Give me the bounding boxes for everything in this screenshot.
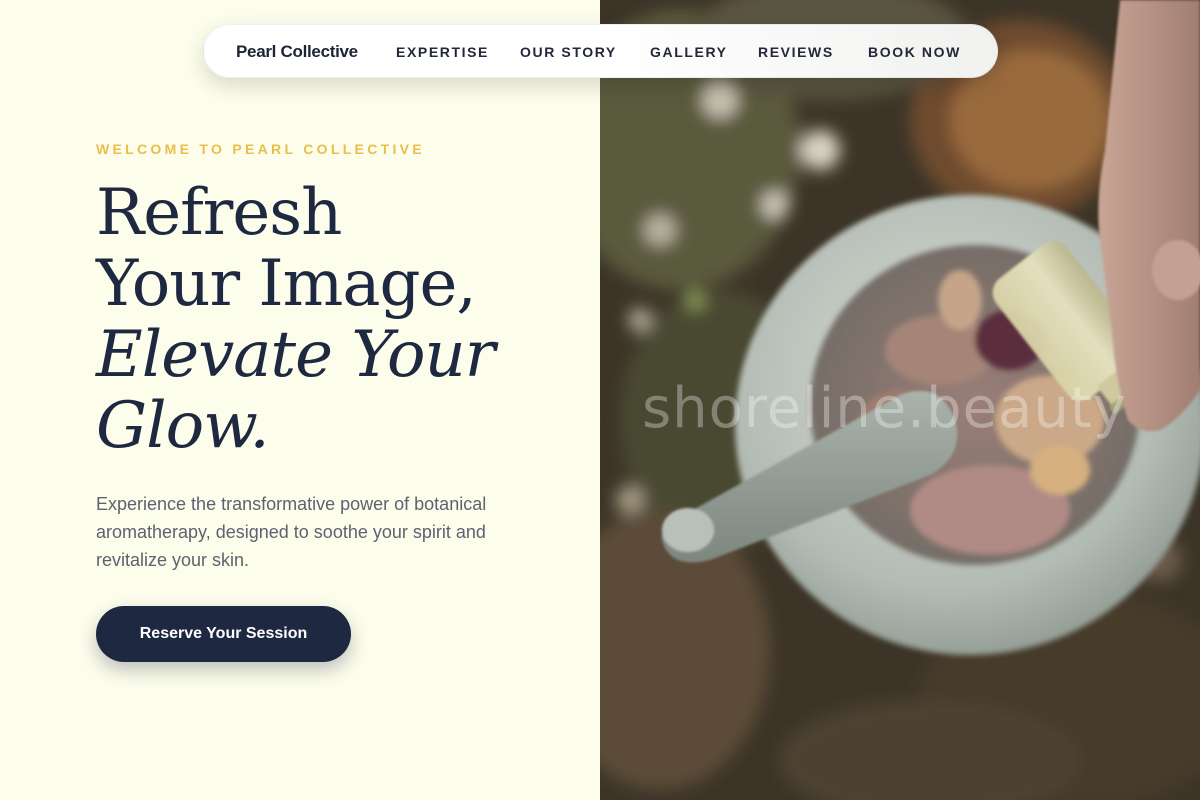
- hero-headline: Refresh Your Image, Elevate Your Glow.: [96, 178, 566, 462]
- hero-text-panel: WELCOME TO PEARL COLLECTIVE Refresh Your…: [0, 0, 600, 800]
- headline-line-4: Glow.: [96, 389, 270, 463]
- hero-subtitle: Experience the transformative power of b…: [96, 494, 487, 570]
- nav-link-book-now[interactable]: BOOK NOW: [868, 25, 961, 79]
- nav-link-gallery[interactable]: GALLERY: [650, 25, 728, 79]
- headline-line-3: Elevate Your: [96, 318, 495, 392]
- nav-link-reviews[interactable]: REVIEWS: [758, 25, 834, 79]
- watermark-text: shoreline.beauty: [642, 376, 1127, 441]
- hero-eyebrow: WELCOME TO PEARL COLLECTIVE: [96, 141, 425, 157]
- nav-link-expertise[interactable]: EXPERTISE: [396, 25, 489, 79]
- headline-line-2: Your Image,: [96, 247, 477, 321]
- headline-line-1: Refresh: [96, 176, 342, 250]
- nav-link-our-story[interactable]: OUR STORY: [520, 25, 617, 79]
- hero-image: shoreline.beauty: [600, 0, 1200, 800]
- brand-logo-text[interactable]: Pearl Collective: [236, 25, 358, 79]
- main-navigation: Pearl Collective EXPERTISE OUR STORY GAL…: [203, 24, 998, 78]
- reserve-session-button[interactable]: Reserve Your Session: [96, 606, 351, 662]
